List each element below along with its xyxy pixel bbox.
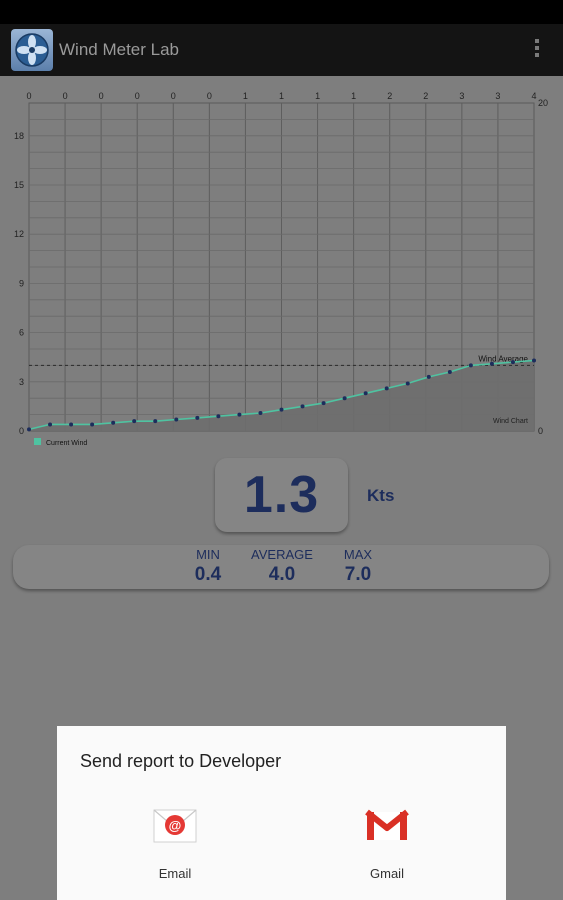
- left-tick-label: 0: [19, 426, 24, 436]
- left-tick-label: 6: [19, 328, 24, 338]
- stat-min: MIN 0.4: [178, 547, 238, 586]
- stat-max-value: 7.0: [344, 564, 372, 585]
- top-tick-label: 0: [135, 91, 140, 101]
- left-tick-label: 15: [14, 180, 24, 190]
- share-dialog: Send report to Developer @ Email Gmail: [57, 726, 506, 900]
- stat-average: AVERAGE 4.0: [245, 547, 319, 586]
- top-tick-label: 3: [495, 91, 500, 101]
- data-point: [342, 396, 347, 401]
- data-point: [111, 420, 116, 425]
- data-point: [237, 412, 242, 417]
- share-option-gmail[interactable]: Gmail: [337, 806, 437, 881]
- dialog-title: Send report to Developer: [80, 751, 282, 771]
- wind-chart: Wind Average 0 0 0 0 0 0 1 1 1 1 2 2 3 3 4 0 3 6 9 12 15 18 20…: [0, 76, 563, 456]
- legend-swatch-current-wind: [34, 438, 41, 445]
- overflow-menu-icon[interactable]: [533, 39, 541, 61]
- right-tick-label: 0: [538, 426, 543, 436]
- left-tick-label: 9: [19, 278, 24, 288]
- chart-title: Wind Chart: [493, 418, 528, 425]
- top-tick-label: 0: [171, 91, 176, 101]
- data-point: [90, 422, 95, 427]
- data-point: [300, 404, 305, 409]
- top-tick-label: 0: [26, 91, 31, 101]
- data-point: [384, 386, 389, 391]
- data-point: [405, 381, 410, 386]
- data-point: [279, 407, 284, 412]
- top-tick-label: 0: [99, 91, 104, 101]
- data-point: [321, 401, 326, 406]
- top-tick-label: 1: [243, 91, 248, 101]
- share-option-email-label: Email: [158, 866, 192, 881]
- data-point: [489, 361, 494, 366]
- data-point: [468, 363, 473, 368]
- data-point: [258, 410, 263, 415]
- data-point: [48, 422, 53, 427]
- data-point: [447, 369, 452, 374]
- top-tick-label: 4: [531, 91, 536, 101]
- top-tick-label: 1: [315, 91, 320, 101]
- stat-min-label: MIN: [196, 547, 220, 562]
- data-point: [363, 391, 368, 396]
- left-tick-label: 3: [19, 377, 24, 387]
- top-tick-label: 2: [423, 91, 428, 101]
- data-point: [27, 427, 31, 432]
- data-point: [174, 417, 179, 422]
- left-tick-label: 12: [14, 229, 24, 239]
- stat-min-value: 0.4: [194, 564, 222, 585]
- fan-icon: [11, 29, 53, 71]
- top-tick-label: 0: [63, 91, 68, 101]
- data-point: [216, 414, 221, 419]
- legend-label-current-wind: Current Wind: [46, 440, 87, 447]
- email-icon: @: [152, 806, 198, 846]
- top-tick-label: 0: [207, 91, 212, 101]
- app-title: Wind Meter Lab: [59, 40, 179, 59]
- wind-chart-svg: Wind Average 0 0 0 0 0 0 1 1 1 1 2 2 3 3 4036912151820…: [14, 91, 548, 447]
- top-tick-label: 1: [279, 91, 284, 101]
- right-tick-label: 20: [538, 98, 548, 108]
- stats-bar: MIN 0.4 AVERAGE 4.0 MAX 7.0: [13, 545, 549, 589]
- status-bar: [0, 0, 563, 24]
- stat-max: MAX 7.0: [328, 547, 388, 586]
- data-point: [153, 419, 158, 424]
- speed-card: 1.3: [215, 458, 348, 532]
- data-point: [426, 374, 431, 379]
- stat-average-value: 4.0: [268, 564, 296, 585]
- current-speed-value: 1.3: [243, 466, 320, 524]
- data-point: [132, 419, 137, 424]
- stat-max-label: MAX: [343, 547, 373, 562]
- top-tick-label: 1: [351, 91, 356, 101]
- share-option-gmail-label: Gmail: [370, 866, 404, 881]
- data-point: [69, 422, 74, 427]
- data-point: [510, 360, 515, 365]
- action-bar: Wind Meter Lab: [0, 24, 563, 76]
- share-option-email[interactable]: @ Email: [125, 806, 225, 881]
- left-tick-label: 18: [14, 131, 24, 141]
- gmail-icon: [364, 806, 410, 846]
- data-point: [195, 415, 200, 420]
- top-tick-label: 2: [387, 91, 392, 101]
- top-tick-label: 3: [459, 91, 464, 101]
- data-point: [532, 358, 536, 363]
- svg-text:@: @: [169, 818, 182, 833]
- stat-average-label: AVERAGE: [251, 547, 313, 562]
- speed-unit: Kts: [367, 486, 395, 505]
